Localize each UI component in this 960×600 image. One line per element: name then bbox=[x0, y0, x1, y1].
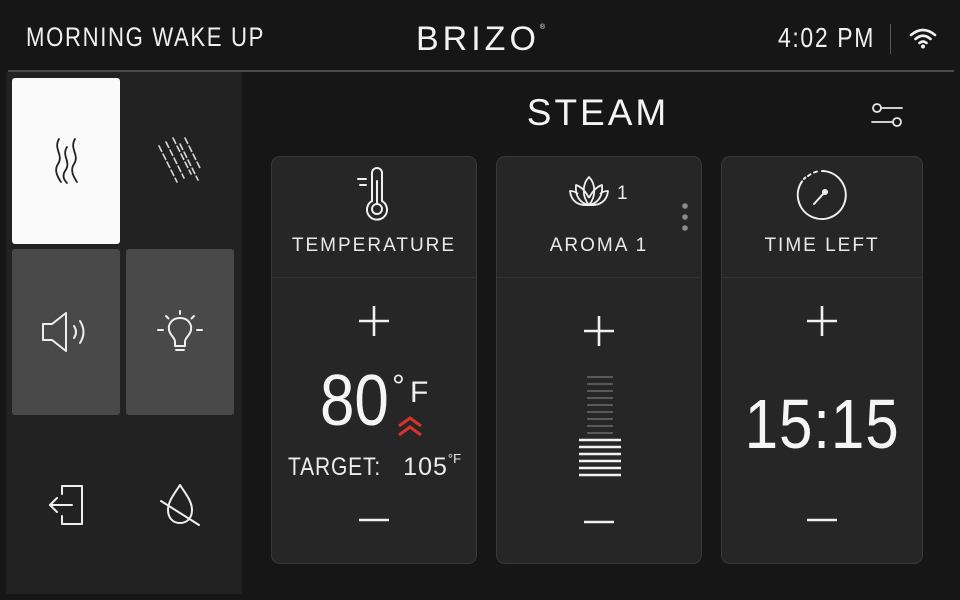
rain-icon bbox=[157, 136, 203, 186]
time-left-card: TIME LEFT 15:15 bbox=[721, 156, 923, 564]
card-divider bbox=[722, 277, 922, 278]
time-left-text: 15:15 bbox=[744, 385, 900, 463]
time-left-value: 15:15 bbox=[722, 389, 922, 459]
timer-icon bbox=[796, 169, 848, 225]
sidebar-tile-water-off[interactable] bbox=[126, 422, 234, 588]
temperature-increase-button[interactable] bbox=[358, 305, 390, 337]
target-temperature: TARGET: 105°F bbox=[288, 451, 462, 482]
time-decrease-button[interactable] bbox=[806, 515, 838, 525]
rising-arrows-icon bbox=[396, 415, 424, 441]
header-divider bbox=[890, 24, 891, 54]
sidebar-tile-steam[interactable] bbox=[12, 78, 120, 244]
sidebar-tile-rain[interactable] bbox=[126, 78, 234, 244]
clock: 4:02 PM bbox=[778, 22, 875, 53]
temperature-degree: ° bbox=[392, 368, 405, 404]
lotus-icon bbox=[569, 173, 609, 213]
aroma-level-meter[interactable] bbox=[577, 375, 623, 485]
time-left-label: TIME LEFT bbox=[764, 235, 880, 256]
steam-icon bbox=[50, 137, 82, 185]
sidebar-tile-audio[interactable] bbox=[12, 249, 120, 415]
logo-text: BRIZO bbox=[416, 20, 540, 58]
brand-logo: BRIZO® bbox=[416, 20, 545, 59]
speaker-icon bbox=[40, 310, 92, 354]
water-off-icon bbox=[159, 481, 201, 529]
aroma-increase-button[interactable] bbox=[583, 315, 615, 347]
temperature-card: TEMPERATURE 80 ° F TARGET: 105°F bbox=[271, 156, 477, 564]
aroma-label: AROMA 1 bbox=[549, 235, 649, 256]
temperature-label: TEMPERATURE bbox=[291, 235, 457, 256]
sidebar-tile-lighting[interactable] bbox=[126, 249, 234, 415]
aroma-card: 1 AROMA 1 bbox=[496, 156, 702, 564]
target-value: 105 bbox=[403, 453, 448, 481]
card-divider bbox=[272, 277, 476, 278]
aroma-level-bars bbox=[579, 376, 621, 477]
page-title: MORNING WAKE UP bbox=[26, 22, 266, 52]
target-label: TARGET: bbox=[288, 453, 382, 481]
aroma-slot-number: 1 bbox=[617, 183, 628, 204]
thermometer-icon bbox=[356, 167, 396, 227]
temperature-value: 80 bbox=[320, 361, 389, 441]
lightbulb-icon bbox=[156, 310, 204, 354]
temperature-unit: F bbox=[410, 376, 429, 409]
sidebar-tile-exit[interactable] bbox=[12, 422, 120, 588]
wifi-icon[interactable] bbox=[908, 26, 938, 50]
settings-sliders-icon[interactable] bbox=[868, 98, 906, 132]
time-increase-button[interactable] bbox=[806, 305, 838, 337]
exit-icon bbox=[46, 484, 86, 526]
section-title: STEAM bbox=[526, 92, 670, 133]
kebab-menu-icon[interactable] bbox=[680, 202, 690, 232]
card-divider bbox=[497, 277, 701, 278]
target-unit: °F bbox=[447, 451, 462, 466]
temperature-decrease-button[interactable] bbox=[358, 515, 390, 525]
aroma-decrease-button[interactable] bbox=[583, 517, 615, 527]
logo-registered-mark: ® bbox=[539, 24, 546, 31]
